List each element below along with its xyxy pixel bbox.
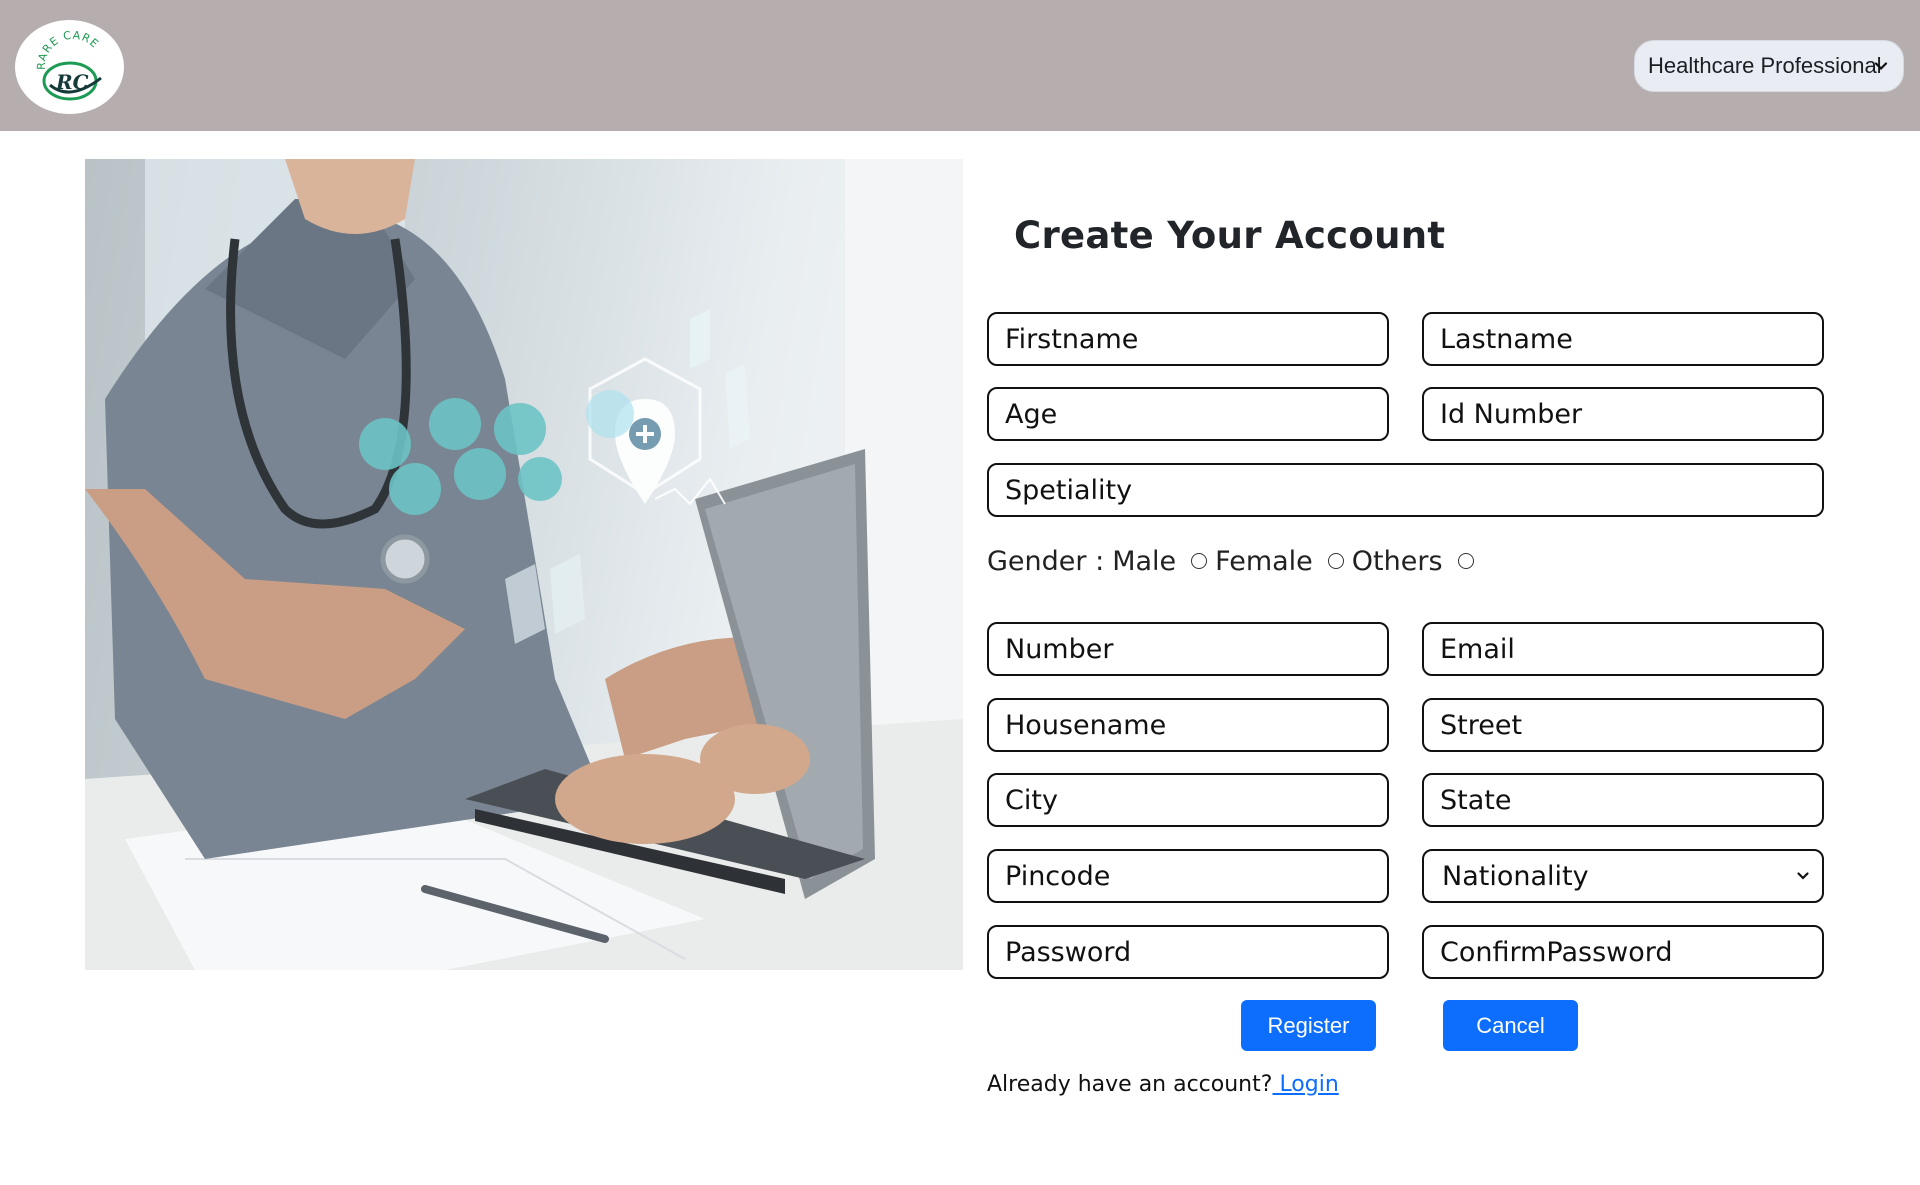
gender-female-radio[interactable] [1327,553,1344,569]
cancel-button[interactable]: Cancel [1443,1000,1578,1051]
top-header: RARE CARE RC Healthcare Professional [0,0,1920,131]
lastname-input[interactable] [1422,312,1824,366]
rare-care-logo[interactable]: RARE CARE RC [15,20,124,114]
gender-option-female-label: Female [1215,545,1313,577]
gender-radio-group: Gender : Male Female Others [987,543,1482,579]
gender-others-radio[interactable] [1457,553,1474,569]
nationality-select-value: Nationality [1442,860,1589,892]
age-input[interactable] [987,387,1389,441]
chevron-down-icon [1797,872,1809,880]
user-role-select[interactable]: Healthcare Professional [1634,40,1904,92]
housename-input[interactable] [987,698,1389,752]
login-link-label: Login [1279,1072,1339,1097]
phone-number-input[interactable] [987,622,1389,676]
password-input[interactable] [987,925,1389,979]
gender-male-radio[interactable] [1191,553,1208,569]
nationality-select[interactable]: Nationality [1422,849,1824,903]
page-title: Create Your Account [1014,214,1446,257]
login-link[interactable]: Login [1272,1072,1338,1097]
chevron-down-icon [1874,62,1888,71]
logo-monogram: RC [55,70,89,94]
register-button[interactable]: Register [1241,1000,1376,1051]
city-input[interactable] [987,773,1389,827]
firstname-input[interactable] [987,312,1389,366]
login-prompt: Already have an account? Login [987,1072,1339,1097]
pincode-input[interactable] [987,849,1389,903]
doctor-laptop-hero-image [85,159,963,970]
confirm-password-input[interactable] [1422,925,1824,979]
state-input[interactable] [1422,773,1824,827]
gender-option-others-label: Others [1351,545,1443,577]
gender-label: Gender : [987,545,1105,577]
street-input[interactable] [1422,698,1824,752]
login-prompt-text: Already have an account? [987,1072,1273,1097]
email-input[interactable] [1422,622,1824,676]
user-role-select-value: Healthcare Professional [1648,53,1882,78]
speciality-input[interactable] [987,463,1824,517]
gender-option-male-label: Male [1112,545,1177,577]
id-number-input[interactable] [1422,387,1824,441]
